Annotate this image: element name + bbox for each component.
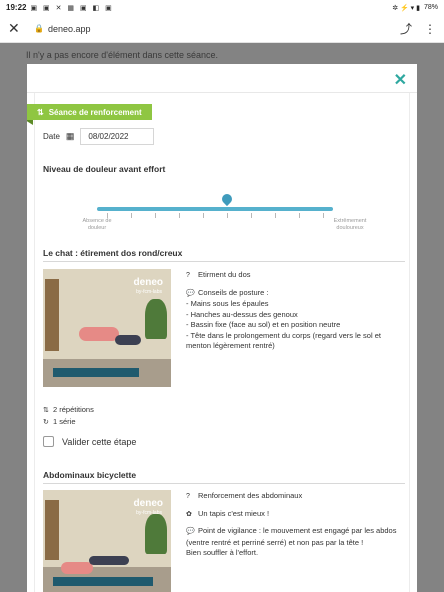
question-icon: ? [186, 272, 190, 279]
vigilance-tip: (ventre rentré et perriné serré) et non … [186, 537, 364, 547]
system-status: ✲ ⚡ ▾ ▮ 78% [392, 4, 438, 12]
vigilance-tip: Bien souffler à l'effort. [186, 548, 259, 557]
browser-toolbar: ✕ 🔒 deneo.app ⤴ ⋮ [0, 15, 444, 43]
slider-tick [203, 213, 204, 218]
exercise-title: Abdominaux bicyclette [43, 470, 137, 480]
posture-tip: menton légèrement rentré) [186, 341, 275, 350]
posture-tip: - Hanches au-dessus des genoux [186, 309, 298, 319]
section-divider [43, 483, 405, 484]
photo-logo: deneo [133, 277, 163, 288]
pain-slider-handle[interactable] [219, 191, 234, 207]
posture-tip: - Bassin fixe (face au sol) et en positi… [186, 320, 341, 329]
photo-logo-sub: by-fcm-labs [136, 289, 162, 295]
repetitions-icon: ⇅ [43, 407, 49, 414]
system-icons: ✲ ⚡ ▾ ▮ [392, 4, 420, 12]
repetitions-count: 2 répétitions [53, 405, 94, 414]
slider-tick [155, 213, 156, 218]
exercise-equipment: Un tapis c'est mieux ! [198, 508, 270, 518]
exercise-goal: Etirment du dos [198, 270, 251, 279]
share-icon[interactable]: ⤴ [400, 20, 412, 37]
slider-tick [275, 213, 276, 218]
checkbox-box[interactable] [43, 436, 54, 447]
comment-icon: 💬 [186, 289, 195, 297]
notification-icons: ▣ ▣ ✕ ▦ ▣ ◧ ▣ [30, 4, 114, 12]
exercise-description: ? Renforcement des abdominaux ✿ Un tapis c… [186, 491, 408, 559]
exercise-meta: ⇅ 2 répétitions ↻ 1 série [43, 404, 94, 428]
validate-step-label[interactable]: Valider cette étape [62, 437, 136, 447]
exercise-goal: Renforcement des abdominaux [198, 491, 303, 500]
session-modal: ✕ ⇅ Séance de renforcement Date ▦ 08/02/… [27, 64, 417, 592]
exercise-title: Le chat : étirement dos rond/creux [43, 248, 183, 258]
posture-tip: - Mains sous les épaules [186, 299, 269, 308]
close-tab-icon[interactable]: ✕ [8, 20, 24, 37]
close-icon[interactable]: ✕ [394, 70, 407, 90]
pain-max-label: Extrêmement douloureux [333, 218, 367, 231]
question-icon: ? [186, 493, 190, 500]
date-label: Date [43, 132, 60, 141]
pain-level-title: Niveau de douleur avant effort [43, 164, 166, 174]
date-input[interactable]: 08/02/2022 [80, 128, 155, 145]
lock-icon: 🔒 [34, 24, 44, 33]
series-count: 1 série [53, 417, 76, 426]
slider-tick [179, 213, 180, 218]
status-bar: 19:22 ▣ ▣ ✕ ▦ ▣ ◧ ▣ ✲ ⚡ ▾ ▮ 78% [0, 0, 444, 15]
session-content: ⇅ Séance de renforcement Date ▦ 08/02/20… [27, 93, 410, 592]
exercise-description: ? Etirment du dos 💬 Conseils de posture : … [186, 270, 408, 352]
more-options-icon[interactable]: ⋮ [424, 22, 436, 36]
slider-tick [131, 213, 132, 218]
section-divider [43, 261, 405, 262]
slider-tick [323, 213, 324, 218]
posture-tips-title: Conseils de posture : [198, 287, 269, 297]
battery-level: 78% [423, 4, 438, 11]
equipment-icon: ✿ [186, 510, 192, 518]
date-row: Date ▦ 08/02/2022 [43, 128, 155, 145]
exercise-photo: deneo by-fcm-labs [43, 490, 171, 592]
exercise-photo: deneo by-fcm-labs [43, 269, 171, 387]
slider-tick [227, 213, 228, 218]
comment-icon: 💬 [186, 528, 195, 535]
series-icon: ↻ [43, 419, 49, 426]
empty-session-notice: Il n'y a pas encore d'élément dans cette… [26, 50, 219, 60]
session-type-label: Séance de renforcement [48, 107, 142, 117]
badge-fold [27, 120, 33, 125]
pain-slider-track[interactable] [97, 207, 333, 211]
session-type-badge: ⇅ Séance de renforcement [27, 104, 152, 120]
calendar-icon[interactable]: ▦ [66, 131, 75, 142]
status-time: 19:22 [6, 3, 27, 12]
slider-tick [251, 213, 252, 218]
vigilance-tip: Point de vigilance : le mouvement est en… [198, 526, 397, 535]
slider-tick [299, 213, 300, 218]
posture-tip: - Tête dans le prolongement du corps (re… [186, 330, 381, 340]
sort-icon: ⇅ [37, 107, 44, 117]
url-domain[interactable]: deneo.app [48, 24, 91, 34]
photo-logo: deneo [133, 498, 163, 509]
photo-logo-sub: by-fcm-labs [136, 510, 162, 516]
pain-min-label: Absence de douleur [82, 218, 112, 231]
validate-step-checkbox[interactable]: Valider cette étape [43, 436, 136, 447]
